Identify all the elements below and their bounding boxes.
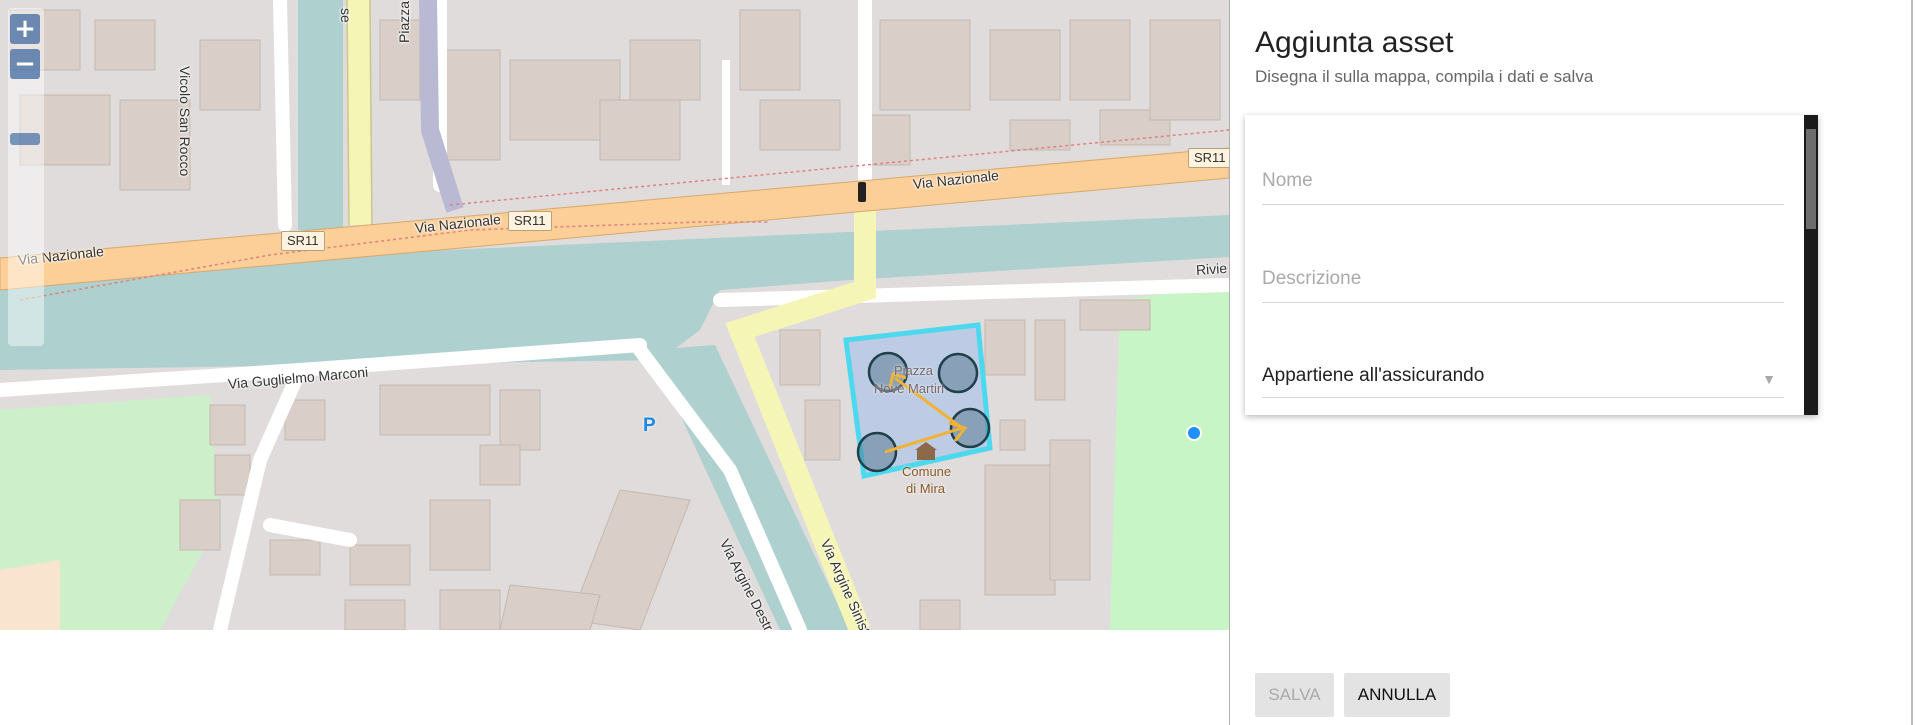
- map-view[interactable]: Vicolo San Rocco Piazza Giacin se Via Na…: [0, 0, 1229, 630]
- add-asset-panel: Aggiunta asset Disegna il sulla mappa, c…: [1229, 0, 1915, 725]
- form-scrollbar-thumb[interactable]: [1806, 129, 1816, 229]
- street-label-riviera: Rivie: [1195, 259, 1228, 278]
- poi-label-nove-martiri: Nove Martiri: [874, 381, 945, 396]
- page-scrollbar-edge: [1911, 0, 1913, 725]
- poi-label-piazza: Piazza: [894, 363, 934, 378]
- description-field: [1262, 268, 1784, 303]
- asset-form-card: Appartiene all'assicurando ▼: [1245, 115, 1818, 415]
- save-button[interactable]: SALVA: [1255, 673, 1334, 717]
- panel-title: Aggiunta asset: [1255, 26, 1454, 59]
- description-input[interactable]: [1262, 268, 1784, 290]
- name-input[interactable]: [1262, 170, 1784, 192]
- zoom-slider-thumb[interactable]: [10, 133, 40, 145]
- chevron-down-icon: ▼: [1762, 371, 1776, 387]
- street-label-se: se: [338, 8, 354, 23]
- parking-icon: P: [643, 415, 656, 436]
- road-badge-sr11-1: SR11: [281, 231, 325, 251]
- poi-label-comune: Comune: [902, 464, 952, 479]
- street-label-piazza-giacinto: Piazza Giacin: [396, 0, 412, 43]
- owner-select-value: Appartiene all'assicurando: [1262, 365, 1485, 386]
- owner-select[interactable]: Appartiene all'assicurando ▼: [1262, 365, 1784, 398]
- street-label-vicolo-san-rocco: Vicolo San Rocco: [177, 66, 193, 177]
- poi-label-di-mira: di Mira: [906, 481, 946, 496]
- name-field: [1262, 170, 1784, 205]
- panel-subtitle: Disegna il sulla mappa, compila i dati e…: [1255, 67, 1594, 86]
- zoom-out-button[interactable]: −: [10, 49, 40, 79]
- road-badge-sr11-2: SR11: [508, 211, 552, 231]
- zoom-in-button[interactable]: +: [10, 14, 40, 44]
- form-scrollbar[interactable]: [1804, 115, 1818, 415]
- cancel-button[interactable]: ANNULLA: [1344, 673, 1450, 717]
- zoom-control-panel: + −: [8, 8, 44, 346]
- road-badge-sr11-3: SR11: [1188, 148, 1229, 168]
